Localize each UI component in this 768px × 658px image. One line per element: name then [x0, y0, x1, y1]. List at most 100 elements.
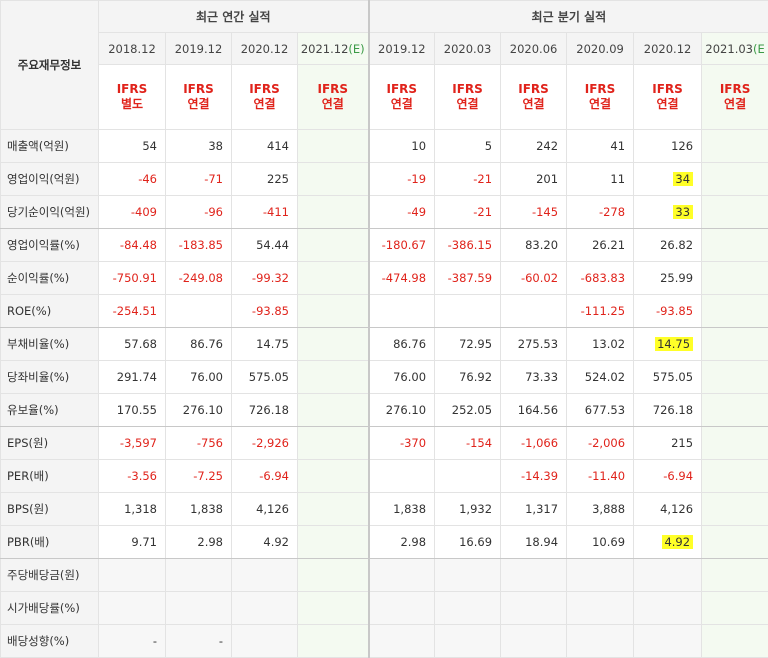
table-row: 시가배당률(%): [1, 592, 768, 625]
row-label: ROE(%): [1, 295, 99, 328]
quarter-value-cell: -60.02: [501, 262, 567, 295]
quarter-value-cell: 4,126: [634, 493, 702, 526]
quarter-value-cell: -154: [435, 427, 501, 460]
row-label: 주당배당금(원): [1, 559, 99, 592]
ifrs-basis-header: IFRS연결: [298, 65, 369, 130]
annual-value-cell: -7.25: [166, 460, 232, 493]
annual-value-cell: -409: [99, 196, 166, 229]
annual-value-cell: 9.71: [99, 526, 166, 559]
quarter-value-cell: [634, 592, 702, 625]
quarter-value-cell: -180.67: [369, 229, 435, 262]
quarter-value-cell: [702, 625, 768, 658]
annual-value-cell: 1,838: [166, 493, 232, 526]
quarter-value-cell: [702, 262, 768, 295]
annual-value-cell: 170.55: [99, 394, 166, 427]
annual-value-cell: [298, 163, 369, 196]
quarter-value-cell: -683.83: [567, 262, 634, 295]
row-label: 매출액(억원): [1, 130, 99, 163]
quarter-value-cell: [702, 295, 768, 328]
quarter-value-cell: 126: [634, 130, 702, 163]
table-row: 영업이익(억원)-46-71225-19-212011134: [1, 163, 768, 196]
annual-value-cell: [166, 295, 232, 328]
financial-summary-table: 주요재무정보 최근 연간 실적 최근 분기 실적 2018.122019.122…: [0, 0, 768, 658]
annual-value-cell: -2,926: [232, 427, 298, 460]
estimate-marker: (E: [753, 42, 765, 56]
quarter-value-cell: [702, 526, 768, 559]
quarter-value-cell: 575.05: [634, 361, 702, 394]
quarter-value-cell: 18.94: [501, 526, 567, 559]
table-row: BPS(원)1,3181,8384,1261,8381,9321,3173,88…: [1, 493, 768, 526]
annual-value-cell: [298, 394, 369, 427]
quarter-value-cell: [702, 460, 768, 493]
annual-value-cell: -3,597: [99, 427, 166, 460]
quarter-value-cell: 215: [634, 427, 702, 460]
quarter-value-cell: 4.92: [634, 526, 702, 559]
annual-value-cell: [298, 460, 369, 493]
ifrs-label: IFRS: [370, 82, 435, 97]
quarter-value-cell: 1,838: [369, 493, 435, 526]
table-row: 당좌비율(%)291.7476.00575.0576.0076.9273.335…: [1, 361, 768, 394]
annual-value-cell: 86.76: [166, 328, 232, 361]
quarter-value-cell: 10.69: [567, 526, 634, 559]
ifrs-basis-header: IFRS연결: [567, 65, 634, 130]
annual-period-header: 2021.12(E): [298, 33, 369, 65]
annual-value-cell: [99, 592, 166, 625]
annual-value-cell: 726.18: [232, 394, 298, 427]
quarter-value-cell: 86.76: [369, 328, 435, 361]
consolidation-label: 연결: [435, 97, 500, 112]
quarter-value-cell: 25.99: [634, 262, 702, 295]
annual-value-cell: 276.10: [166, 394, 232, 427]
quarter-value-cell: [369, 625, 435, 658]
ifrs-label: IFRS: [634, 82, 701, 97]
annual-value-cell: [298, 427, 369, 460]
annual-value-cell: [298, 361, 369, 394]
annual-results-title: 최근 연간 실적: [99, 1, 369, 33]
quarter-value-cell: [634, 625, 702, 658]
quarter-value-cell: 73.33: [501, 361, 567, 394]
ifrs-basis-header: IFRS연결: [435, 65, 501, 130]
quarter-value-cell: 41: [567, 130, 634, 163]
ifrs-basis-header: IFRS연결: [702, 65, 768, 130]
quarter-value-cell: 201: [501, 163, 567, 196]
annual-value-cell: 38: [166, 130, 232, 163]
annual-value-cell: 2.98: [166, 526, 232, 559]
annual-value-cell: [298, 295, 369, 328]
annual-value-cell: 4.92: [232, 526, 298, 559]
annual-period-header: 2020.12: [232, 33, 298, 65]
quarter-value-cell: 5: [435, 130, 501, 163]
quarter-value-cell: -386.15: [435, 229, 501, 262]
quarter-value-cell: [369, 559, 435, 592]
annual-value-cell: -756: [166, 427, 232, 460]
table-row: 영업이익률(%)-84.48-183.8554.44-180.67-386.15…: [1, 229, 768, 262]
quarter-value-cell: -21: [435, 196, 501, 229]
table-row: EPS(원)-3,597-756-2,926-370-154-1,066-2,0…: [1, 427, 768, 460]
quarter-value-cell: 76.92: [435, 361, 501, 394]
row-label: 부채비율(%): [1, 328, 99, 361]
table-row: 주당배당금(원): [1, 559, 768, 592]
quarter-value-cell: [567, 625, 634, 658]
annual-value-cell: -6.94: [232, 460, 298, 493]
ifrs-basis-header: IFRS연결: [501, 65, 567, 130]
quarter-value-cell: -21: [435, 163, 501, 196]
annual-value-cell: -: [166, 625, 232, 658]
row-label: 당좌비율(%): [1, 361, 99, 394]
annual-value-cell: 14.75: [232, 328, 298, 361]
row-label: 시가배당률(%): [1, 592, 99, 625]
quarter-period-header: 2020.03: [435, 33, 501, 65]
quarter-value-cell: 524.02: [567, 361, 634, 394]
annual-value-cell: -84.48: [99, 229, 166, 262]
consolidation-label: 연결: [567, 97, 633, 112]
table-row: 배당성향(%)--: [1, 625, 768, 658]
quarter-value-cell: -111.25: [567, 295, 634, 328]
row-label: 유보율(%): [1, 394, 99, 427]
row-label: PBR(배): [1, 526, 99, 559]
row-label: EPS(원): [1, 427, 99, 460]
quarter-period-header: 2020.12: [634, 33, 702, 65]
quarter-value-cell: -11.40: [567, 460, 634, 493]
annual-value-cell: [298, 229, 369, 262]
row-label: BPS(원): [1, 493, 99, 526]
annual-value-cell: -249.08: [166, 262, 232, 295]
annual-period-header: 2018.12: [99, 33, 166, 65]
consolidation-label: 별도: [99, 97, 165, 112]
quarter-value-cell: 2.98: [369, 526, 435, 559]
